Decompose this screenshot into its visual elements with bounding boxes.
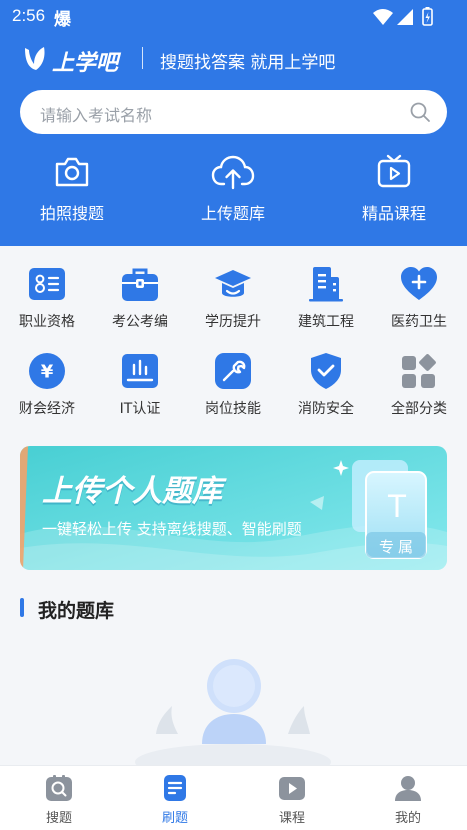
heart-plus-icon xyxy=(401,267,437,300)
search-placeholder: 请输入考试名称 xyxy=(40,106,153,125)
shield-check-icon xyxy=(311,353,341,389)
id-card-icon xyxy=(29,268,65,300)
play-tab-icon xyxy=(279,777,305,800)
quick-photo-search-label: 拍照搜题 xyxy=(39,204,104,223)
category-label: 考公考编 xyxy=(112,314,168,330)
category-label: 医药卫生 xyxy=(391,314,447,330)
category-label: 消防安全 xyxy=(298,401,354,417)
quick-photo-search[interactable]: 拍照搜题 xyxy=(12,152,132,228)
tab-label: 搜题 xyxy=(45,811,72,826)
category-civil-service[interactable]: 考公考编 xyxy=(100,265,180,331)
category-degree-upgrade[interactable]: 学历提升 xyxy=(193,265,273,331)
category-label: 财会经济 xyxy=(19,401,75,417)
wrench-icon xyxy=(215,353,251,389)
category-label: 岗位技能 xyxy=(205,401,261,417)
category-job-skills[interactable]: 岗位技能 xyxy=(193,352,273,418)
tab-practice[interactable]: 刷题 xyxy=(135,774,215,826)
user-tab-icon xyxy=(395,776,421,801)
quick-premium-courses[interactable]: 精品课程 xyxy=(334,152,454,228)
status-bar: 2:56 爆 xyxy=(0,0,467,32)
quick-upload-bank[interactable]: 上传题库 xyxy=(173,152,293,228)
category-fire-safety[interactable]: 消防安全 xyxy=(286,352,366,418)
section-accent-bar xyxy=(20,598,24,617)
tab-label: 课程 xyxy=(278,811,305,826)
category-finance-economics[interactable]: ¥ 财会经济 xyxy=(7,352,87,418)
tab-label: 我的 xyxy=(394,811,421,826)
tv-icon xyxy=(377,154,411,188)
category-vocational-qualification[interactable]: 职业资格 xyxy=(7,265,87,331)
category-label: 全部分类 xyxy=(391,401,447,417)
banner-subtitle: 一键轻松上传 支持离线搜题、智能刷题 xyxy=(42,520,302,538)
banner-title: 上传个人题库 xyxy=(42,474,222,509)
brand-divider xyxy=(142,47,143,69)
search-icon[interactable] xyxy=(409,101,431,123)
monitor-icon xyxy=(122,354,158,388)
category-construction[interactable]: 建筑工程 xyxy=(286,265,366,331)
tab-courses[interactable]: 课程 xyxy=(252,774,332,826)
cloud-upload-icon xyxy=(211,155,255,190)
signal-icon xyxy=(397,9,413,25)
category-all[interactable]: 全部分类 xyxy=(379,352,459,418)
status-time: 2:56 xyxy=(12,6,46,25)
my-bank-title: 我的题库 xyxy=(38,600,115,622)
upload-bank-banner[interactable]: 上传个人题库 一键轻松上传 支持离线搜题、智能刷题 T 专属 xyxy=(20,446,447,570)
empty-state-user-icon xyxy=(135,659,331,765)
category-medicine-health[interactable]: 医药卫生 xyxy=(379,265,459,331)
category-label: IT认证 xyxy=(119,401,161,417)
notification-icon: 爆 xyxy=(54,10,71,30)
brand-name: 上学吧 xyxy=(52,51,119,76)
category-label: 职业资格 xyxy=(19,314,75,330)
quick-premium-courses-label: 精品课程 xyxy=(361,204,426,223)
tab-profile[interactable]: 我的 xyxy=(368,774,448,826)
document-tab-icon xyxy=(164,775,186,801)
graduation-cap-icon xyxy=(215,270,251,297)
brand-slogan: 搜题找答案 就用上学吧 xyxy=(160,53,336,73)
tab-label: 刷题 xyxy=(161,811,188,826)
briefcase-icon xyxy=(122,268,158,301)
system-icons xyxy=(373,7,433,26)
svg-text:¥: ¥ xyxy=(41,362,54,383)
camera-icon xyxy=(55,157,89,187)
banner-badge-label: 专属 xyxy=(378,538,417,556)
category-label: 建筑工程 xyxy=(298,314,354,330)
banner-badge-letter: T xyxy=(387,488,407,524)
quick-upload-bank-label: 上传题库 xyxy=(200,204,265,223)
wifi-icon xyxy=(373,9,393,25)
category-it-certification[interactable]: IT认证 xyxy=(100,352,180,418)
bottom-tab-bar: 搜题 刷题 课程 我的 xyxy=(0,765,467,830)
grid-icon xyxy=(402,354,436,388)
category-label: 学历提升 xyxy=(205,314,261,330)
logo-icon xyxy=(25,47,45,70)
search-tab-icon xyxy=(46,775,72,801)
yuan-icon: ¥ xyxy=(29,353,65,389)
search-input[interactable]: 请输入考试名称 xyxy=(20,90,447,134)
building-icon xyxy=(309,267,343,302)
tab-search-questions[interactable]: 搜题 xyxy=(19,774,99,826)
